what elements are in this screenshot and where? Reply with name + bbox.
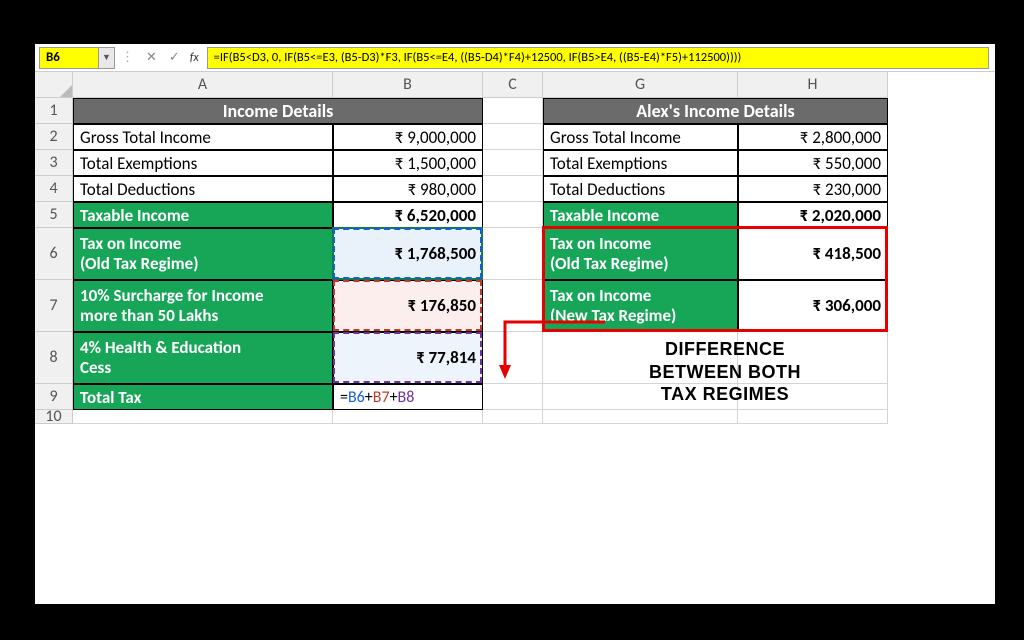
cell-c10[interactable] <box>483 410 543 424</box>
annotation-l2: BETWEEN BOTH <box>595 361 855 384</box>
cell-b7[interactable]: ₹ 176,850 <box>333 280 483 332</box>
formula-bar: B6 ▼ ⋮ ✕ ✓ fx =IF(B5<D3, 0, IF(B5<=E3, (… <box>35 44 995 72</box>
col-header-g[interactable]: G <box>543 72 738 98</box>
cell-a7-l1: 10% Surcharge for Income <box>80 286 264 306</box>
name-box-dropdown-icon[interactable]: ▼ <box>99 47 115 69</box>
ref-b6: B6 <box>348 388 365 407</box>
cell-h7[interactable]: ₹ 306,000 <box>738 280 888 332</box>
right-title[interactable]: Alex's Income Details <box>543 98 888 124</box>
ref-b7: B7 <box>373 388 390 407</box>
annotation-l3: TAX REGIMES <box>595 383 855 406</box>
cell-a8-l1: 4% Health & Education <box>80 338 241 358</box>
cell-g6[interactable]: Tax on Income(Old Tax Regime) <box>543 228 738 280</box>
cell-h2[interactable]: ₹ 2,800,000 <box>738 124 888 150</box>
cell-g3[interactable]: Total Exemptions <box>543 150 738 176</box>
row-header-2[interactable]: 2 <box>35 124 73 150</box>
cell-g2[interactable]: Gross Total Income <box>543 124 738 150</box>
left-title[interactable]: Income Details <box>73 98 483 124</box>
cell-a5[interactable]: Taxable Income <box>73 202 333 228</box>
cell-b5[interactable]: ₹ 6,520,000 <box>333 202 483 228</box>
cell-g4[interactable]: Total Deductions <box>543 176 738 202</box>
cell-g7-l2: (New Tax Regime) <box>550 306 676 326</box>
row-header-3[interactable]: 3 <box>35 150 73 176</box>
row-header-1[interactable]: 1 <box>35 98 73 124</box>
cell-h10[interactable] <box>738 410 888 424</box>
cell-h3[interactable]: ₹ 550,000 <box>738 150 888 176</box>
select-all-corner[interactable] <box>35 72 73 98</box>
excel-window: B6 ▼ ⋮ ✕ ✓ fx =IF(B5<D3, 0, IF(B5<=E3, (… <box>35 44 995 604</box>
cell-h5[interactable]: ₹ 2,020,000 <box>738 202 888 228</box>
cell-h4[interactable]: ₹ 230,000 <box>738 176 888 202</box>
cell-c5[interactable] <box>483 202 543 228</box>
cell-c7[interactable] <box>483 280 543 332</box>
cell-g6-l2: (Old Tax Regime) <box>550 254 669 274</box>
col-header-a[interactable]: A <box>73 72 333 98</box>
fx-icon[interactable]: fx <box>190 51 199 65</box>
formula-input[interactable]: =IF(B5<D3, 0, IF(B5<=E3, (B5-D3)*F3, IF(… <box>207 47 989 69</box>
cell-c2[interactable] <box>483 124 543 150</box>
cell-a8-l2: Cess <box>80 358 241 378</box>
cell-c3[interactable] <box>483 150 543 176</box>
annotation-text: DIFFERENCE BETWEEN BOTH TAX REGIMES <box>595 338 855 406</box>
cell-b9[interactable]: =B6+B7+B8 <box>333 384 483 410</box>
cell-g5[interactable]: Taxable Income <box>543 202 738 228</box>
eq: = <box>340 388 348 407</box>
cell-g7[interactable]: Tax on Income(New Tax Regime) <box>543 280 738 332</box>
plus2: + <box>390 388 398 407</box>
cell-a10[interactable] <box>73 410 333 424</box>
annotation-l1: DIFFERENCE <box>595 338 855 361</box>
cell-a6-l2: (Old Tax Regime) <box>80 254 199 274</box>
cell-b4[interactable]: ₹ 980,000 <box>333 176 483 202</box>
cell-a3[interactable]: Total Exemptions <box>73 150 333 176</box>
row-header-7[interactable]: 7 <box>35 280 73 332</box>
cell-b10[interactable] <box>333 410 483 424</box>
col-header-h[interactable]: H <box>738 72 888 98</box>
divider: ⋮ <box>121 50 134 65</box>
cell-g10[interactable] <box>543 410 738 424</box>
name-box[interactable]: B6 <box>39 47 99 69</box>
cell-c4[interactable] <box>483 176 543 202</box>
plus1: + <box>365 388 373 407</box>
cell-a2[interactable]: Gross Total Income <box>73 124 333 150</box>
col-header-c[interactable]: C <box>483 72 543 98</box>
cell-a9[interactable]: Total Tax <box>73 384 333 410</box>
cell-b2[interactable]: ₹ 9,000,000 <box>333 124 483 150</box>
cell-b3[interactable]: ₹ 1,500,000 <box>333 150 483 176</box>
cell-g6-l1: Tax on Income <box>550 234 669 254</box>
row-header-5[interactable]: 5 <box>35 202 73 228</box>
cell-b6[interactable]: ₹ 1,768,500 <box>333 228 483 280</box>
cell-a8[interactable]: 4% Health & EducationCess <box>73 332 333 384</box>
ref-b8: B8 <box>398 388 415 407</box>
spreadsheet-grid[interactable]: A B C G H 1 Income Details Alex's Income… <box>35 72 995 436</box>
col-header-b[interactable]: B <box>333 72 483 98</box>
cell-g7-l1: Tax on Income <box>550 286 676 306</box>
cell-a6[interactable]: Tax on Income(Old Tax Regime) <box>73 228 333 280</box>
cell-h6[interactable]: ₹ 418,500 <box>738 228 888 280</box>
cell-c8[interactable] <box>483 332 543 384</box>
row-header-6[interactable]: 6 <box>35 228 73 280</box>
cell-a7[interactable]: 10% Surcharge for Incomemore than 50 Lak… <box>73 280 333 332</box>
cancel-icon[interactable]: ✕ <box>146 50 157 65</box>
row-header-4[interactable]: 4 <box>35 176 73 202</box>
row-header-8[interactable]: 8 <box>35 332 73 384</box>
cell-c9[interactable] <box>483 384 543 410</box>
cell-c1[interactable] <box>483 98 543 124</box>
cell-a7-l2: more than 50 Lakhs <box>80 306 264 326</box>
cell-b8[interactable]: ₹ 77,814 <box>333 332 483 384</box>
cell-c6[interactable] <box>483 228 543 280</box>
cell-a6-l1: Tax on Income <box>80 234 199 254</box>
confirm-icon[interactable]: ✓ <box>169 50 180 65</box>
cell-a4[interactable]: Total Deductions <box>73 176 333 202</box>
row-header-10[interactable]: 10 <box>35 410 73 424</box>
